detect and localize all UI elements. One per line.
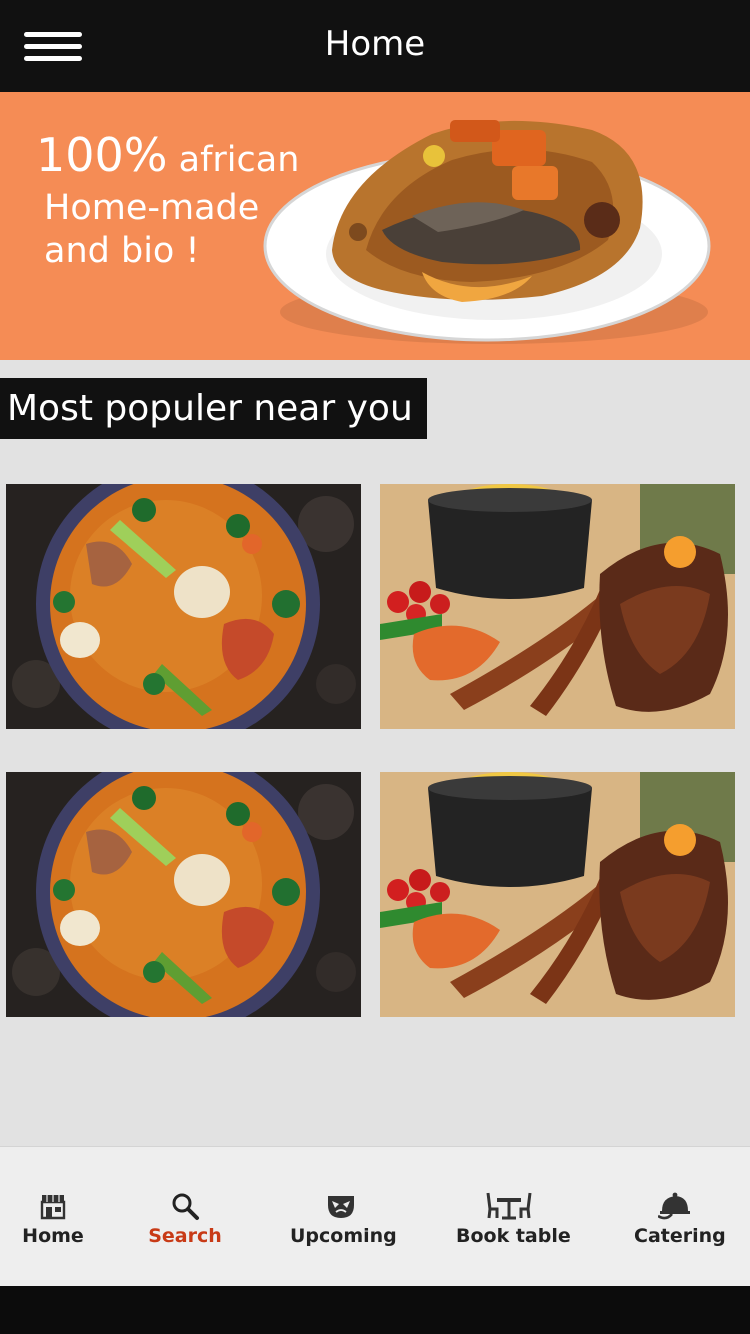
food-card-grill[interactable] [380, 484, 735, 729]
nav-item-catering[interactable]: Catering [634, 1191, 726, 1247]
food-card-soup[interactable] [6, 772, 361, 1017]
mask-icon [328, 1196, 354, 1218]
food-card-soup[interactable] [6, 484, 361, 729]
cloche-icon [658, 1192, 690, 1220]
banner-percent: 100% [36, 128, 168, 182]
soup-bowl-image [6, 484, 361, 729]
grilled-meat-image [380, 484, 735, 729]
nav-label-book-table: Book table [456, 1225, 571, 1247]
nav-item-search[interactable]: Search [148, 1191, 222, 1247]
nav-label-search: Search [148, 1225, 222, 1247]
storefront-icon [40, 1195, 66, 1220]
promo-banner[interactable]: 100% african Home-made and bio ! [0, 92, 750, 360]
top-bar: Home [0, 0, 750, 92]
search-icon [172, 1193, 199, 1220]
bottom-strip [0, 1286, 750, 1334]
table-chairs-icon [486, 1192, 532, 1220]
nav-label-upcoming: Upcoming [290, 1225, 397, 1247]
soup-bowl-image [6, 772, 361, 1017]
page-title: Home [324, 24, 426, 64]
nav-label-catering: Catering [634, 1225, 726, 1247]
banner-line-bio: and bio ! [44, 231, 200, 271]
bottom-nav: Home Search Upcoming Book table Catering [0, 1146, 750, 1286]
banner-text: 100% african Home-made and bio ! [36, 132, 299, 273]
food-card-grill[interactable] [380, 772, 735, 1017]
banner-line-homemade: Home-made [44, 188, 260, 228]
nav-item-upcoming[interactable]: Upcoming [290, 1191, 397, 1247]
nav-label-home: Home [22, 1225, 84, 1247]
jollof-plate-image [263, 120, 711, 344]
nav-item-home[interactable]: Home [20, 1191, 86, 1247]
section-heading: Most populer near you [0, 378, 427, 439]
nav-item-book-table[interactable]: Book table [456, 1191, 571, 1247]
grilled-meat-image [380, 772, 735, 1017]
